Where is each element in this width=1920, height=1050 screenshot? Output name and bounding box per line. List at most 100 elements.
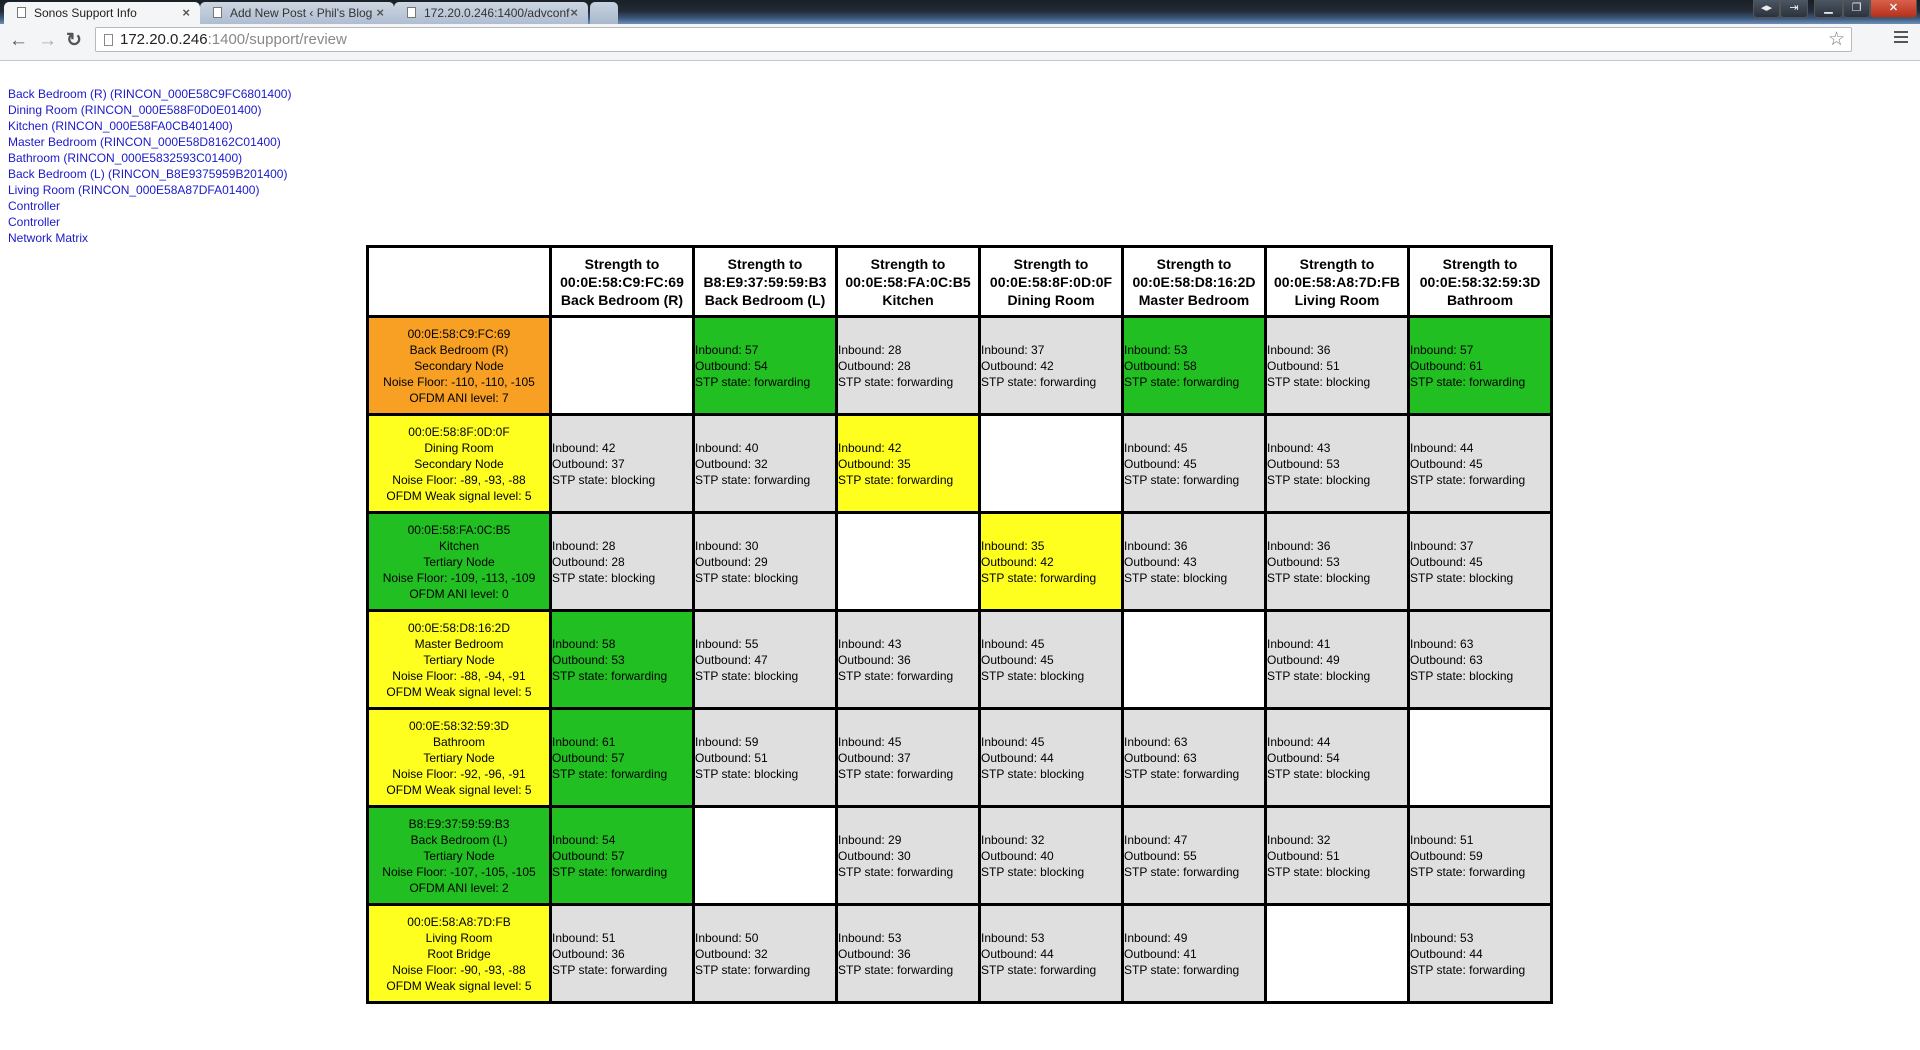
outbound-value: Outbound: 44	[1410, 946, 1483, 961]
matrix-row: 00:0E:58:C9:FC:69 Back Bedroom (R) Seconda…	[366, 315, 1553, 416]
tab-sonos-support-info[interactable]: Sonos Support Info ×	[4, 2, 200, 24]
column-header: Strength to 00:0E:58:32:59:3D Bathroom	[1407, 245, 1553, 318]
tab-close-icon[interactable]: ×	[376, 2, 384, 24]
tab-close-icon[interactable]: ×	[570, 2, 578, 24]
restore-button[interactable]: ❐	[1843, 0, 1870, 18]
stp-state: STP state: blocking	[1267, 864, 1371, 879]
menu-icon[interactable]	[1894, 31, 1908, 46]
device-link[interactable]: Kitchen (RINCON_000E58FA0CB401400)	[8, 118, 291, 134]
forward-button[interactable]: →	[38, 30, 57, 52]
outbound-value: Outbound: 54	[695, 358, 768, 373]
outbound-value: Outbound: 28	[552, 554, 625, 569]
inbound-value: Inbound: 51	[1410, 832, 1474, 847]
stp-state: STP state: forwarding	[838, 962, 954, 977]
node-cell: 00:0E:58:A8:7D:FB Living Room Root Bridge N…	[366, 903, 552, 1004]
inbound-value: Inbound: 45	[1124, 440, 1188, 455]
outbound-value: Outbound: 53	[552, 652, 625, 667]
stp-state: STP state: blocking	[981, 864, 1085, 879]
node-noise: Noise Floor: -92, -96, -91	[392, 766, 526, 781]
device-link[interactable]: Controller	[8, 214, 291, 230]
dev-toggle-icon[interactable]: ◂▸	[1753, 0, 1780, 18]
node-name: Kitchen	[438, 538, 480, 553]
strength-cell: Inbound: 54 Outbound: 57 STP state: forwar…	[549, 805, 695, 906]
device-link[interactable]: Controller	[8, 198, 291, 214]
new-tab-button[interactable]	[590, 2, 618, 24]
empty-self-cell	[692, 805, 838, 906]
strength-cell: Inbound: 53 Outbound: 58 STP state: forwar…	[1121, 315, 1267, 416]
address-bar[interactable]: 172.20.0.246:1400/support/review ☆	[95, 27, 1852, 52]
device-link[interactable]: Back Bedroom (L) (RINCON_B8E9375959B2014…	[8, 166, 291, 182]
inbound-value: Inbound: 28	[838, 342, 902, 357]
page-icon	[213, 7, 222, 18]
back-button[interactable]: ←	[9, 30, 28, 52]
node-mac: 00:0E:58:FA:0C:B5	[407, 522, 511, 537]
strength-cell: Inbound: 42 Outbound: 35 STP state: forwar…	[835, 413, 981, 514]
reload-button[interactable]: ↻	[66, 30, 82, 52]
device-link[interactable]: Living Room (RINCON_000E58A87DFA01400)	[8, 182, 291, 198]
bookmark-star-icon[interactable]: ☆	[1828, 28, 1845, 51]
outbound-value: Outbound: 36	[838, 652, 911, 667]
outbound-value: Outbound: 51	[695, 750, 768, 765]
outbound-value: Outbound: 57	[552, 750, 625, 765]
stp-state: STP state: blocking	[1267, 766, 1371, 781]
inbound-value: Inbound: 36	[1124, 538, 1188, 553]
strength-cell: Inbound: 43 Outbound: 36 STP state: forwar…	[835, 609, 981, 710]
outbound-value: Outbound: 63	[1124, 750, 1197, 765]
url-text[interactable]: 172.20.0.246:1400/support/review	[120, 30, 347, 50]
strength-cell: Inbound: 53 Outbound: 44 STP state: forwar…	[1407, 903, 1553, 1004]
outbound-value: Outbound: 51	[1267, 358, 1340, 373]
url-path: :1400/support/review	[207, 31, 347, 48]
outbound-value: Outbound: 32	[695, 456, 768, 471]
inbound-value: Inbound: 44	[1410, 440, 1474, 455]
inbound-value: Inbound: 47	[1124, 832, 1188, 847]
inbound-value: Inbound: 42	[552, 440, 616, 455]
device-link[interactable]: Bathroom (RINCON_000E5832593C01400)	[8, 150, 291, 166]
page-icon	[407, 7, 416, 18]
page-icon	[17, 7, 26, 18]
node-role: Secondary Node	[414, 456, 504, 471]
strength-cell: Inbound: 36 Outbound: 43 STP state: blocki…	[1121, 511, 1267, 612]
header-mac: B8:E9:37:59:59:B3	[703, 273, 827, 290]
close-window-button[interactable]: ✕	[1870, 0, 1917, 18]
strength-cell: Inbound: 29 Outbound: 30 STP state: forwar…	[835, 805, 981, 906]
tab-add-new-post[interactable]: Add New Post ‹ Phil's Blog ×	[200, 2, 394, 24]
strength-cell: Inbound: 43 Outbound: 53 STP state: blocki…	[1264, 413, 1410, 514]
window-switch-icon[interactable]: ⇥	[1780, 0, 1808, 18]
outbound-value: Outbound: 47	[695, 652, 768, 667]
device-link[interactable]: Network Matrix	[8, 230, 291, 246]
device-link[interactable]: Dining Room (RINCON_000E588F0D0E01400)	[8, 102, 291, 118]
stp-state: STP state: forwarding	[552, 864, 668, 879]
outbound-value: Outbound: 49	[1267, 652, 1340, 667]
stp-state: STP state: forwarding	[981, 570, 1097, 585]
inbound-value: Inbound: 37	[1410, 538, 1474, 553]
header-mac: 00:0E:58:D8:16:2D	[1132, 273, 1256, 290]
stp-state: STP state: forwarding	[981, 374, 1097, 389]
strength-cell: Inbound: 50 Outbound: 32 STP state: forwar…	[692, 903, 838, 1004]
tab-advconf[interactable]: 172.20.0.246:1400/advconf ×	[394, 2, 588, 24]
stp-state: STP state: forwarding	[1410, 374, 1526, 389]
node-noise: Noise Floor: -109, -113, -109	[382, 570, 536, 585]
inbound-value: Inbound: 32	[981, 832, 1045, 847]
tab-close-icon[interactable]: ×	[182, 2, 190, 24]
stp-state: STP state: blocking	[552, 472, 656, 487]
minimize-button[interactable]: ▁	[1814, 0, 1843, 18]
strength-cell: Inbound: 51 Outbound: 59 STP state: forwar…	[1407, 805, 1553, 906]
outbound-value: Outbound: 32	[695, 946, 768, 961]
device-link[interactable]: Master Bedroom (RINCON_000E58D8162C01400…	[8, 134, 291, 150]
inbound-value: Inbound: 63	[1124, 734, 1188, 749]
strength-cell: Inbound: 28 Outbound: 28 STP state: forwar…	[835, 315, 981, 416]
outbound-value: Outbound: 53	[1267, 456, 1340, 471]
stp-state: STP state: blocking	[552, 570, 656, 585]
header-line1: Strength to	[1299, 255, 1375, 272]
inbound-value: Inbound: 58	[552, 636, 616, 651]
inbound-value: Inbound: 36	[1267, 342, 1331, 357]
page-icon	[104, 34, 113, 46]
node-mac: 00:0E:58:A8:7D:FB	[407, 914, 511, 929]
device-link[interactable]: Back Bedroom (R) (RINCON_000E58C9FC68014…	[8, 86, 291, 102]
column-header: Strength to 00:0E:58:A8:7D:FB Living Room	[1264, 245, 1410, 318]
tab-title: Add New Post ‹ Phil's Blog	[230, 6, 373, 20]
node-ofdm: OFDM Weak signal level: 5	[386, 684, 532, 699]
stp-state: STP state: blocking	[981, 668, 1085, 683]
network-matrix-table: Strength to 00:0E:58:C9:FC:69 Back Bedroom…	[366, 245, 1553, 1004]
stp-state: STP state: forwarding	[695, 374, 811, 389]
